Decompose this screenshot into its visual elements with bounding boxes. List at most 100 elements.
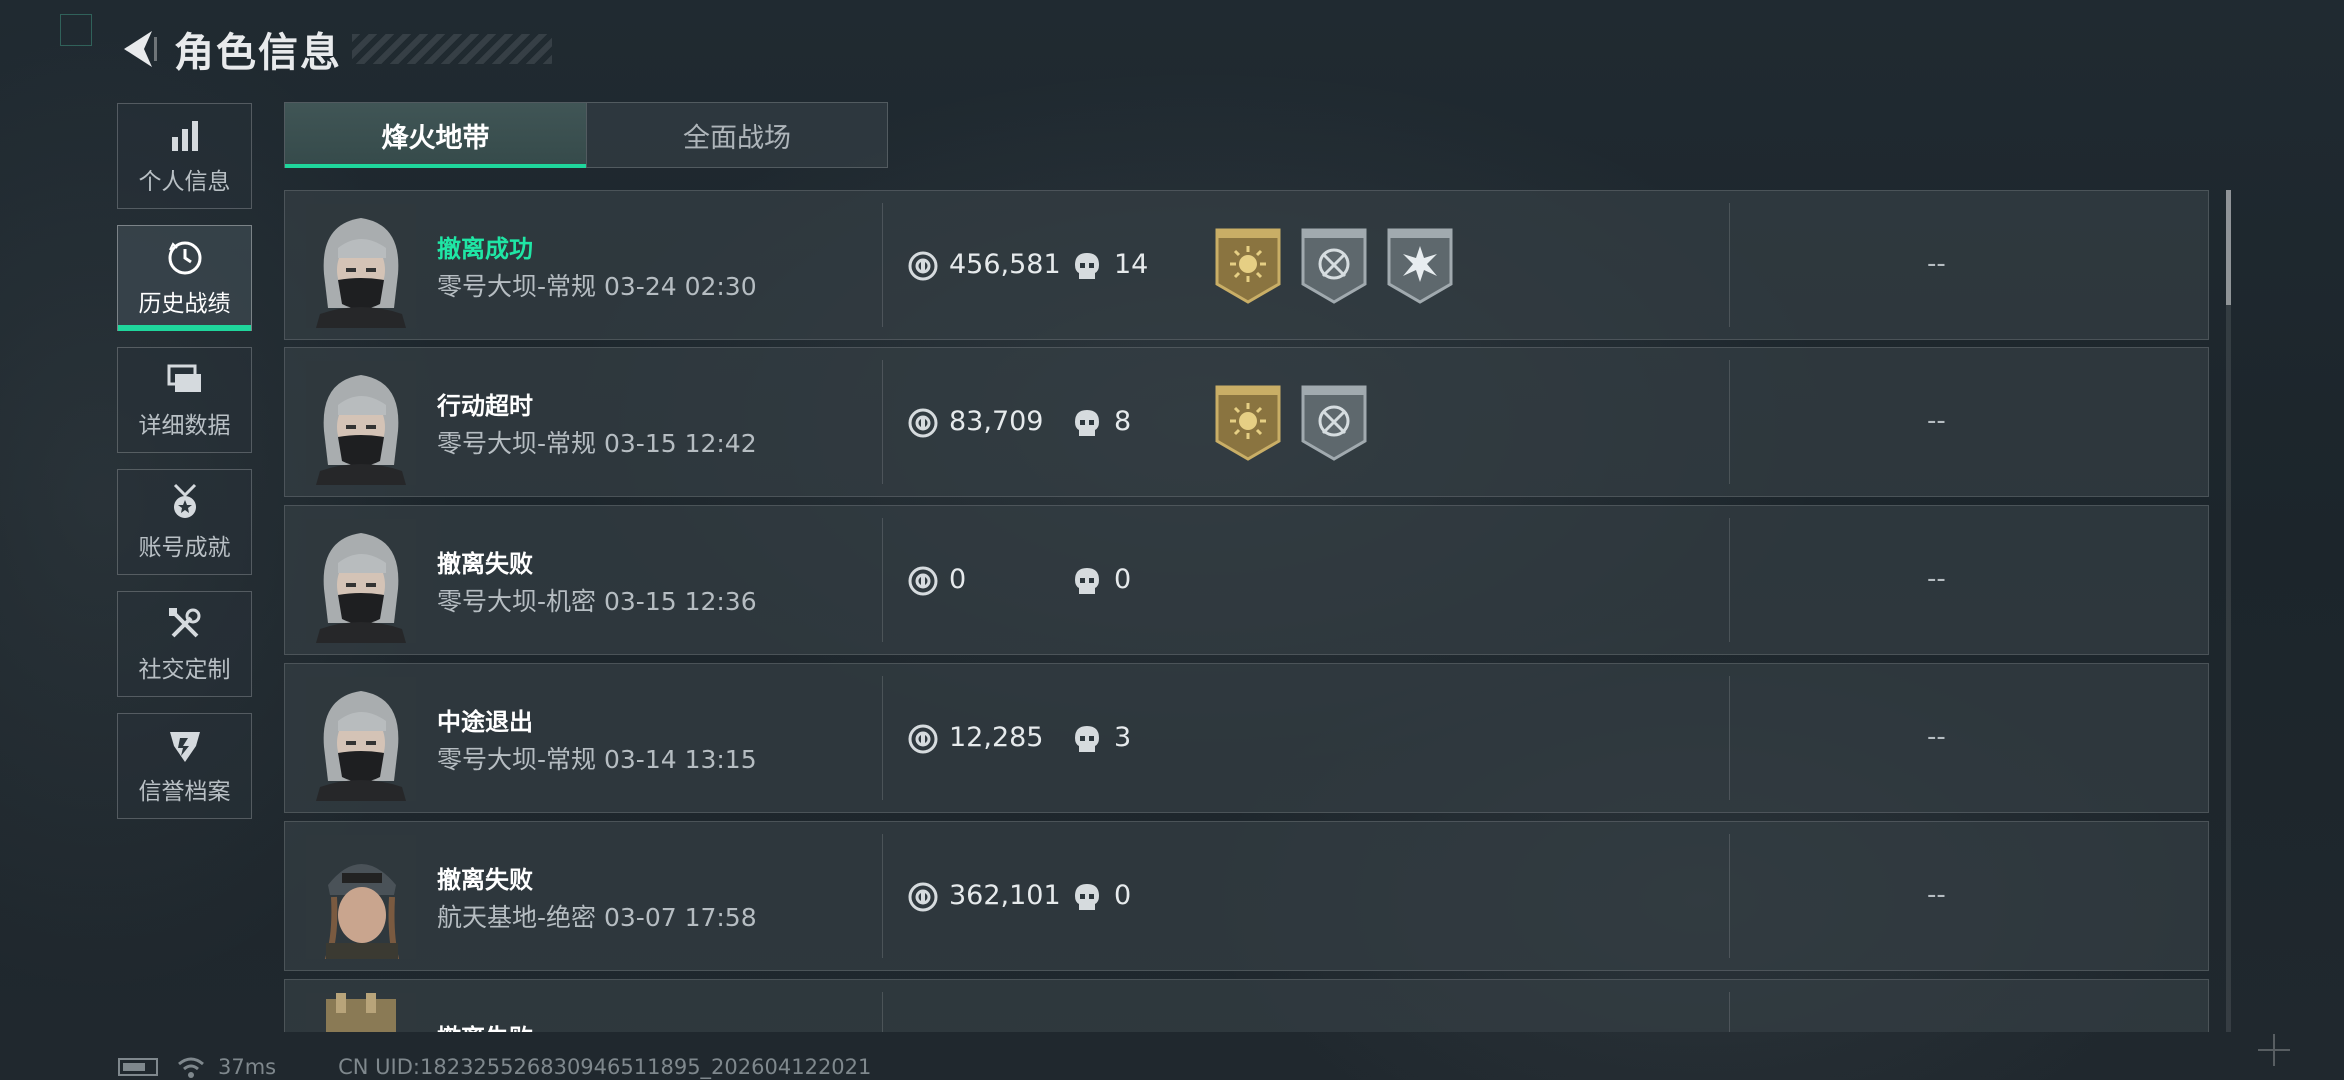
coin-value: 362,101 [949,880,1061,911]
skull-icon [1073,408,1101,438]
column-divider [1729,834,1730,958]
uid-text: CN UID:18232552683094651189​5_2026041220… [338,1055,872,1079]
match-status: 撤离成功 [437,235,533,263]
burst-badge-icon[interactable] [1387,228,1453,304]
operator-avatar [306,361,416,485]
scrollbar-thumb[interactable] [2226,190,2231,305]
badge-group [1215,228,1453,304]
column-divider [882,518,883,642]
sidebar-item-social-custom[interactable]: 社交定制 [117,591,252,697]
status-footer: 37ms CN UID:18232552683094651189​5_20260… [118,1054,871,1080]
shield-icon [165,726,205,766]
coin-icon [908,408,938,438]
sidebar-item-label: 历史战绩 [138,291,231,317]
match-record-row[interactable]: 行动超时零号大坝-常规 03-15 12:42 83,709 8 -- [284,347,2209,497]
match-record-row[interactable]: 撤离失败 零号大坝-机密 03-15 12:36 0 0 -- [284,505,2209,655]
extra-value: -- [1927,406,1946,436]
sidebar-item-label: 个人信息 [138,169,231,195]
kill-count: 0 [1114,880,1132,911]
sidebar-item-label: 账号成就 [138,535,231,561]
sidebar-item-credit-record[interactable]: 信誉档案 [117,713,252,819]
back-button[interactable] [116,27,160,71]
match-record-row[interactable]: 中途退出零号大坝-常规 03-14 13:15 12,285 3 -- [284,663,2209,813]
match-status: 撤离失败 [437,866,533,894]
coin-icon [908,724,938,754]
skull-icon [1073,724,1101,754]
corner-frame [60,14,92,46]
list-scrollbar[interactable] [2226,190,2231,1032]
column-divider [882,676,883,800]
sun-badge-icon[interactable] [1215,385,1281,461]
match-status: 撤离失败 [437,550,533,578]
match-record-row[interactable]: 撤离成功零号大坝-常规 03-24 02:30 456,581 14 -- [284,190,2209,340]
match-record-row[interactable]: 撤离失败 航天基地-绝密 03-07 17:58 362,101 0 -- [284,821,2209,971]
coin-value: 456,581 [949,249,1061,280]
sidebar-item-detailed-data[interactable]: 详细数据 [117,347,252,453]
match-meta: 零号大坝-常规 03-14 13:15 [437,740,757,776]
sidebar-item-personal-info[interactable]: 个人信息 [117,103,252,209]
skull-icon [1073,251,1101,281]
map-name: 航天基地-绝密 [437,903,597,932]
sun-badge-icon[interactable] [1215,228,1281,304]
match-time: 03-14 13:15 [603,745,757,774]
column-divider [1729,676,1730,800]
kill-count: 14 [1114,249,1149,280]
match-meta: 零号大坝-机密 03-15 12:36 [437,582,757,618]
sidebar-item-match-history[interactable]: 历史战绩 [117,225,252,331]
target-badge-icon[interactable] [1301,385,1367,461]
match-time: 03-15 12:42 [603,429,757,458]
sidebar-item-label: 社交定制 [138,657,231,683]
column-divider [1729,518,1730,642]
column-divider [882,992,883,1032]
coin-icon [908,566,938,596]
operator-avatar [306,204,416,328]
title-decoration [352,34,552,64]
map-name: 零号大坝-机密 [437,587,597,616]
bar-chart-icon [165,116,205,156]
match-status: 中途退出 [437,708,533,736]
map-name: 零号大坝-常规 [437,429,597,458]
match-record-row[interactable]: 撤离失败 [284,979,2209,1032]
wifi-icon [178,1057,204,1078]
tab-warzone[interactable]: 烽火地带 [285,103,586,168]
kill-count: 8 [1114,406,1132,437]
coin-value: 12,285 [949,722,1044,753]
match-time: 03-24 02:30 [603,272,757,301]
target-badge-icon[interactable] [1301,228,1367,304]
medal-icon [165,482,205,522]
match-status: 撤离失败 [437,1018,533,1032]
map-name: 零号大坝-常规 [437,272,597,301]
sidebar-item-achievements[interactable]: 账号成就 [117,469,252,575]
column-divider [1729,203,1730,327]
coin-value: 83,709 [949,406,1044,437]
column-divider [1729,992,1730,1032]
battery-icon [118,1058,158,1076]
badge-group [1215,385,1367,461]
operator-avatar [306,677,416,801]
kill-count: 0 [1114,564,1132,595]
match-status: 行动超时 [437,392,533,420]
back-arrow-icon [124,31,157,67]
sidebar: 个人信息 历史战绩 详细数据 账号成就 社交定制 信誉档案 [117,103,254,835]
sidebar-item-label: 信誉档案 [138,779,231,805]
tools-icon [165,604,205,644]
operator-avatar [306,519,416,643]
column-divider [1729,360,1730,484]
match-meta: 零号大坝-常规 03-15 12:42 [437,424,757,460]
coin-icon [908,882,938,912]
extra-value: -- [1927,249,1946,279]
match-history-list[interactable]: 撤离成功 零号大坝-常规 03-24 02:30 456,581 14 -- 行动超时 零号… [284,190,2209,1032]
extra-value: -- [1927,722,1946,752]
coin-value: 0 [949,564,967,595]
kill-count: 3 [1114,722,1132,753]
stack-icon [165,360,205,400]
map-name: 零号大坝-常规 [437,745,597,774]
clock-icon [165,238,205,278]
skull-icon [1073,566,1101,596]
ping-text: 37ms [218,1055,277,1079]
match-meta: 零号大坝-常规 03-24 02:30 [437,267,757,303]
column-divider [882,203,883,327]
skull-icon [1073,882,1101,912]
page-title: 角色信息 [174,30,342,76]
tab-full-battlefield[interactable]: 全面战场 [586,103,887,167]
